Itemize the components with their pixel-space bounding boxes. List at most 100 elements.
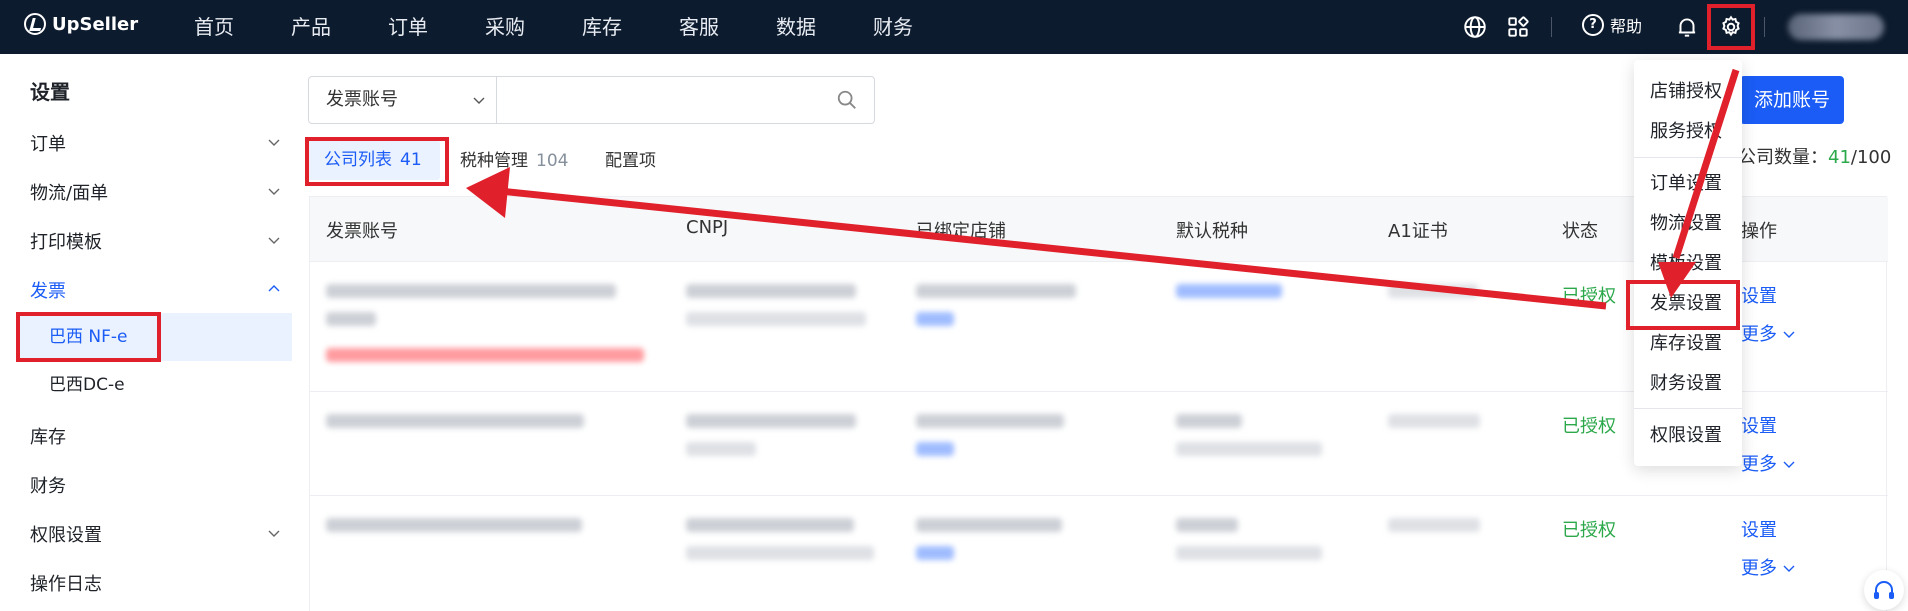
sidebar-item-inventory[interactable]: 库存: [30, 423, 66, 449]
status-badge: 已授权: [1562, 286, 1616, 307]
row-more-dropdown[interactable]: 更多: [1741, 450, 1795, 476]
redacted-cnpj-sub: [686, 546, 874, 560]
bell-icon[interactable]: [1674, 14, 1700, 40]
column-header: 状态: [1562, 221, 1598, 242]
chevron-down-icon: [1783, 565, 1795, 572]
redacted-tax: [1176, 518, 1238, 532]
search-field-select[interactable]: 发票账号: [309, 77, 497, 123]
column-header: A1证书: [1388, 221, 1448, 242]
globe-icon[interactable]: [1462, 14, 1488, 40]
sidebar-title: 设置: [30, 80, 70, 104]
nav-item-orders[interactable]: 订单: [388, 0, 485, 54]
upseller-logo-icon: [24, 13, 46, 35]
topbar-divider: [1764, 17, 1765, 37]
sidebar-item-orders[interactable]: 订单: [30, 130, 66, 156]
sidebar-item-permissions[interactable]: 权限设置: [30, 521, 102, 547]
redacted-warning: [326, 348, 644, 362]
menu-item-template-settings[interactable]: 模板设置: [1650, 249, 1722, 275]
redacted-cnpj-sub: [686, 312, 866, 326]
nav-item-products[interactable]: 产品: [291, 0, 388, 54]
redacted-shop: [916, 518, 1062, 532]
redacted-cnpj-sub: [686, 442, 756, 456]
sidebar-item-operation-log[interactable]: 操作日志: [30, 570, 102, 596]
top-bar: UpSeller 首页 产品 订单 采购 库存 客服 数据 财务 ? 帮助: [0, 0, 1908, 54]
redacted-shop-tag: [916, 442, 954, 456]
tab-tax-management[interactable]: 税种管理 104: [460, 146, 568, 171]
nav-item-purchasing[interactable]: 采购: [485, 0, 582, 54]
sidebar-item-invoice[interactable]: 发票: [30, 277, 66, 303]
search-icon[interactable]: [836, 89, 858, 111]
headset-icon: [1874, 581, 1894, 599]
help-label: 帮助: [1610, 17, 1643, 36]
row-settings-link[interactable]: 设置: [1741, 516, 1777, 542]
chevron-down-icon: [1783, 331, 1795, 338]
redacted-tax: [1176, 284, 1282, 298]
menu-item-logistics-settings[interactable]: 物流设置: [1650, 209, 1722, 235]
company-count: 公司数量：41/100: [1738, 147, 1892, 168]
customer-support-button[interactable]: [1864, 570, 1904, 610]
redacted-cert: [1388, 284, 1478, 298]
status-badge: 已授权: [1562, 416, 1616, 437]
nav-item-inventory[interactable]: 库存: [582, 0, 679, 54]
apps-grid-icon[interactable]: [1505, 14, 1531, 40]
nav-item-home[interactable]: 首页: [194, 0, 291, 54]
sidebar-subitem-brazil-dce[interactable]: 巴西DC-e: [16, 361, 292, 409]
brand-logo[interactable]: UpSeller: [24, 13, 138, 35]
chevron-down-icon: [473, 97, 485, 104]
settings-dropdown-menu: 店铺授权 服务授权 订单设置 物流设置 模板设置 发票设置 库存设置 财务设置 …: [1634, 60, 1742, 466]
status-badge: 已授权: [1562, 520, 1616, 541]
annotation-highlight-invoice-settings: [1626, 280, 1740, 330]
nav-item-finance[interactable]: 财务: [873, 0, 970, 54]
brand-name: UpSeller: [52, 13, 139, 35]
row-more-dropdown[interactable]: 更多: [1741, 554, 1795, 580]
redacted-shop: [916, 414, 1064, 428]
nav-item-data[interactable]: 数据: [776, 0, 873, 54]
redacted-tax: [1176, 414, 1242, 428]
redacted-cnpj: [686, 518, 854, 532]
chevron-down-icon: [268, 530, 280, 537]
row-settings-link[interactable]: 设置: [1741, 282, 1777, 308]
redacted-shop-tag: [916, 312, 954, 326]
row-settings-link[interactable]: 设置: [1741, 412, 1777, 438]
row-more-dropdown[interactable]: 更多: [1741, 320, 1795, 346]
tab-configuration[interactable]: 配置项: [605, 146, 664, 171]
chevron-down-icon: [268, 139, 280, 146]
redacted-shop-tag: [916, 546, 954, 560]
column-header: 已绑定店铺: [916, 221, 1006, 242]
add-account-button[interactable]: 添加账号: [1740, 76, 1844, 124]
nav-item-customer-service[interactable]: 客服: [679, 0, 776, 54]
redacted-cnpj: [686, 414, 856, 428]
topbar-divider: [1551, 17, 1552, 37]
menu-item-shop-authorization[interactable]: 店铺授权: [1650, 77, 1722, 103]
redacted-cnpj: [686, 284, 856, 298]
column-header: 默认税种: [1176, 221, 1248, 242]
redacted-account: [326, 518, 582, 532]
menu-item-permission-settings[interactable]: 权限设置: [1650, 421, 1722, 447]
redacted-account: [326, 414, 584, 428]
redacted-shop: [916, 284, 1076, 298]
chevron-down-icon: [268, 188, 280, 195]
annotation-highlight-company-tab: [305, 137, 449, 186]
menu-item-inventory-settings[interactable]: 库存设置: [1650, 329, 1722, 355]
menu-item-service-authorization[interactable]: 服务授权: [1650, 117, 1722, 143]
menu-divider: [1634, 157, 1742, 158]
chevron-down-icon: [268, 237, 280, 244]
menu-divider: [1634, 408, 1742, 409]
redacted-tax-sub: [1176, 442, 1322, 456]
column-header: 操作: [1741, 221, 1777, 242]
sidebar-item-print-templates[interactable]: 打印模板: [30, 228, 102, 254]
user-avatar[interactable]: [1788, 14, 1884, 40]
redacted-cert: [1388, 414, 1480, 428]
menu-item-finance-settings[interactable]: 财务设置: [1650, 369, 1722, 395]
search-input[interactable]: [505, 85, 825, 115]
chevron-up-icon: [268, 285, 280, 292]
search-bar: 发票账号: [308, 76, 875, 124]
sidebar-item-logistics[interactable]: 物流/面单: [30, 179, 108, 205]
main-nav: 首页 产品 订单 采购 库存 客服 数据 财务: [194, 0, 970, 54]
help-button[interactable]: ? 帮助: [1582, 13, 1642, 37]
menu-item-order-settings[interactable]: 订单设置: [1650, 169, 1722, 195]
redacted-cert: [1388, 518, 1480, 532]
sidebar-item-finance[interactable]: 财务: [30, 472, 66, 498]
annotation-highlight-gear: [1707, 4, 1755, 50]
redacted-account: [326, 312, 376, 326]
